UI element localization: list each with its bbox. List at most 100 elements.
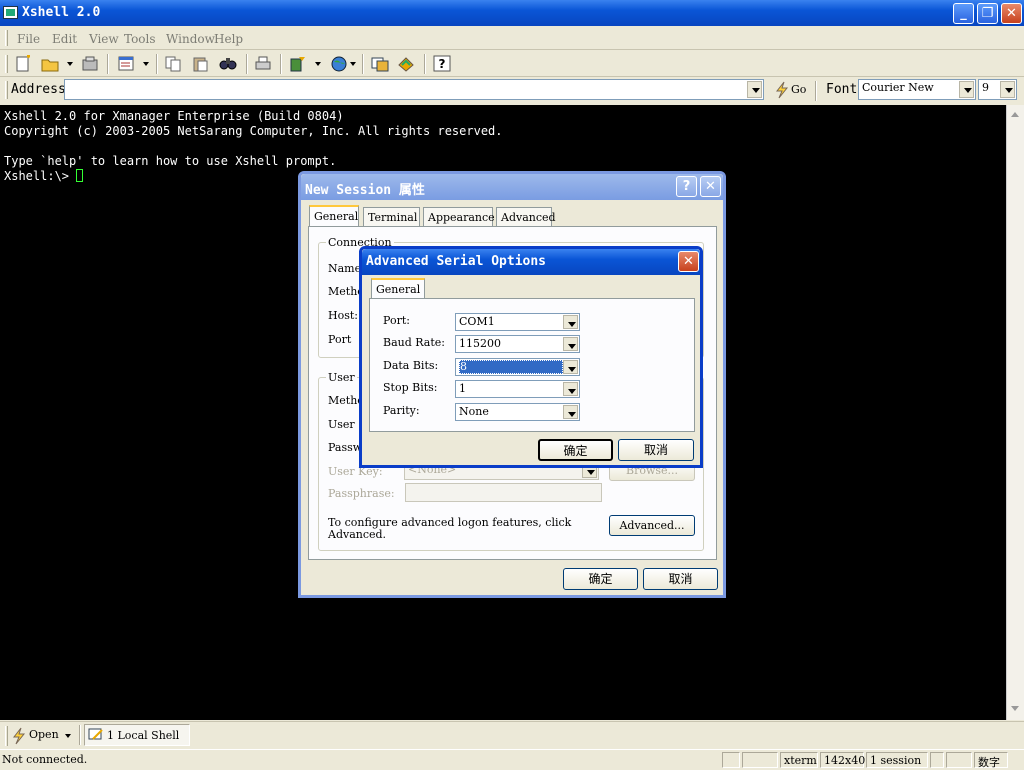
parity-select[interactable]: None — [455, 403, 580, 421]
advanced-button[interactable]: Advanced... — [609, 515, 695, 536]
session-tab-local-shell[interactable]: 1 Local Shell — [84, 724, 190, 746]
properties-icon[interactable] — [117, 55, 135, 72]
data-bits-select[interactable]: 8 — [455, 358, 580, 376]
menu-tools[interactable]: Tools — [124, 32, 156, 46]
menu-help[interactable]: Help — [214, 32, 243, 46]
lightning-icon[interactable] — [11, 727, 27, 745]
stop-bits-select[interactable]: 1 — [455, 380, 580, 398]
help-icon[interactable]: ? — [676, 176, 697, 197]
scroll-up-icon[interactable] — [1009, 108, 1022, 121]
terminal-line: Copyright (c) 2003-2005 NetSarang Comput… — [4, 124, 503, 138]
globe-dropdown-icon[interactable] — [350, 62, 356, 66]
help-icon[interactable]: ? — [433, 55, 451, 72]
close-icon[interactable]: ✕ — [700, 176, 721, 197]
separator — [280, 54, 282, 74]
font-dropdown-icon[interactable] — [959, 81, 974, 98]
new-session-title: New Session 属性 — [305, 183, 425, 198]
transfer-icon[interactable] — [289, 55, 307, 72]
tab-terminal[interactable]: Terminal — [363, 207, 420, 227]
window-title: Xshell 2.0 — [22, 5, 101, 20]
port-dropdown-icon[interactable] — [563, 315, 578, 329]
baud-rate-dropdown-icon[interactable] — [563, 337, 578, 351]
status-bar: Not connected. xterm 142x40 1 session 数字 — [0, 749, 1024, 769]
terminal-prompt: Xshell:\> — [4, 169, 77, 183]
xshell-window: Xshell 2.0 _ ❐ ✕ File Edit View Tools Wi… — [0, 0, 1024, 769]
session-manager-icon[interactable] — [371, 55, 389, 72]
tab-general[interactable]: General — [309, 205, 359, 227]
address-input[interactable] — [64, 79, 764, 100]
lightning-icon[interactable] — [774, 81, 790, 99]
font-size-value: 9 — [982, 81, 989, 94]
open-dropdown-icon[interactable] — [65, 734, 71, 738]
font-size-dropdown-icon[interactable] — [1000, 81, 1015, 98]
find-icon[interactable] — [219, 55, 237, 72]
separator — [107, 54, 109, 74]
serial-general-panel: Port: COM1 Baud Rate: 115200 Data Bits: … — [369, 298, 695, 432]
menu-window[interactable]: Window — [166, 32, 215, 46]
open-folder-icon[interactable] — [41, 55, 59, 72]
disconnect-icon[interactable] — [81, 55, 99, 72]
menu-file[interactable]: File — [17, 32, 40, 46]
restore-button[interactable]: ❐ — [977, 3, 998, 24]
user-group-label: User — [326, 371, 357, 384]
address-dropdown-icon[interactable] — [747, 81, 762, 98]
address-grip — [5, 81, 8, 99]
menu-edit[interactable]: Edit — [52, 32, 77, 46]
port-select[interactable]: COM1 — [455, 313, 580, 331]
serial-title: Advanced Serial Options — [366, 254, 547, 269]
stop-bits-dropdown-icon[interactable] — [563, 382, 578, 396]
copy-icon[interactable] — [164, 55, 182, 72]
go-button[interactable]: Go — [791, 83, 806, 96]
menu-view[interactable]: View — [89, 32, 119, 46]
serial-options-dialog: Advanced Serial Options ✕ General Port: … — [359, 246, 703, 468]
session-ok-button[interactable]: 确定 — [563, 568, 638, 590]
menu-bar: File Edit View Tools Window Help — [0, 26, 1024, 50]
font-select[interactable]: Courier New — [858, 79, 976, 100]
session-cancel-button[interactable]: 取消 — [643, 568, 718, 590]
parity-dropdown-icon[interactable] — [563, 405, 578, 419]
terminal-scrollbar[interactable] — [1006, 105, 1024, 720]
session-bar-grip — [5, 726, 8, 746]
status-panel — [946, 752, 972, 768]
open-button[interactable]: Open — [29, 728, 59, 741]
globe-icon[interactable] — [330, 55, 348, 72]
font-size-select[interactable]: 9 — [978, 79, 1017, 100]
close-button[interactable]: ✕ — [1001, 3, 1022, 24]
xmanager-icon[interactable] — [397, 55, 415, 72]
toolbar-grip — [5, 55, 8, 73]
font-label: Font — [826, 82, 858, 97]
tab-advanced[interactable]: Advanced — [496, 207, 556, 227]
tab-general[interactable]: General — [371, 278, 425, 300]
scroll-down-icon[interactable] — [1009, 702, 1022, 715]
stop-bits-value: 1 — [459, 382, 466, 395]
baud-rate-select[interactable]: 115200 — [455, 335, 580, 353]
user-name-label: User — [328, 418, 355, 431]
address-toolbar: Address Go Font Courier New 9 — [0, 77, 1024, 103]
status-panel — [742, 752, 778, 768]
tab-appearance[interactable]: Appearance — [423, 207, 495, 227]
new-session-titlebar: New Session 属性 ? ✕ — [301, 174, 723, 200]
baud-rate-label: Baud Rate: — [383, 336, 445, 349]
close-icon[interactable]: ✕ — [678, 251, 699, 272]
serial-ok-button[interactable]: 确定 — [538, 439, 613, 461]
properties-dropdown-icon[interactable] — [143, 62, 149, 66]
data-bits-dropdown-icon[interactable] — [563, 360, 578, 374]
title-bar: Xshell 2.0 _ ❐ ✕ — [0, 0, 1024, 26]
separator — [79, 725, 81, 745]
baud-rate-value: 115200 — [459, 337, 501, 350]
toolbar: ? — [0, 51, 1024, 77]
input-mode: 数字 — [974, 752, 1008, 769]
advanced-note: To configure advanced logon features, cl… — [328, 516, 572, 541]
paste-icon[interactable] — [191, 55, 209, 72]
print-icon[interactable] — [254, 55, 272, 72]
minimize-button[interactable]: _ — [953, 3, 974, 24]
serial-cancel-button[interactable]: 取消 — [618, 439, 694, 461]
session-icon — [88, 728, 103, 740]
open-dropdown-icon[interactable] — [67, 62, 73, 66]
separator — [156, 54, 158, 74]
separator — [424, 54, 426, 74]
transfer-dropdown-icon[interactable] — [315, 62, 321, 66]
new-session-icon[interactable] — [14, 55, 32, 72]
passphrase-field[interactable] — [405, 483, 602, 502]
